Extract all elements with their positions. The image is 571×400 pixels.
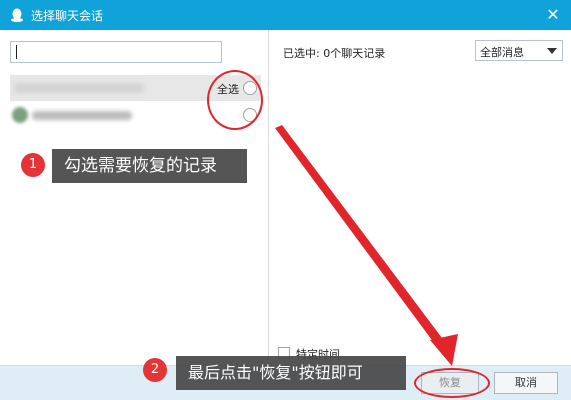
close-icon[interactable]: ✕ <box>543 5 563 25</box>
text-caret <box>16 45 17 59</box>
step-2-callout: 最后点击"恢复"按钮即可 <box>176 356 406 390</box>
select-highlight-circle <box>207 70 263 130</box>
step-2-badge: 2 <box>143 358 167 382</box>
message-filter-select[interactable]: 全部消息 <box>475 40 563 61</box>
window-title: 选择聊天会话 <box>31 8 104 23</box>
blurred-text <box>14 83 144 93</box>
blurred-contact-name <box>32 111 132 120</box>
message-filter-value: 全部消息 <box>480 46 524 59</box>
chevron-down-icon <box>547 48 557 54</box>
search-input[interactable] <box>10 41 222 63</box>
cancel-button[interactable]: 取消 <box>494 372 558 394</box>
step-1-badge: 1 <box>21 153 45 177</box>
step-1-callout: 勾选需要恢复的记录 <box>52 149 247 183</box>
title-bar: 选择聊天会话 ✕ <box>0 0 571 30</box>
record-preview-panel: 已选中: 0个聊天记录 全部消息 <box>268 30 571 365</box>
avatar <box>12 107 28 123</box>
restore-highlight-circle <box>414 368 490 398</box>
selected-count: 已选中: 0个聊天记录 <box>283 47 386 60</box>
qq-penguin-icon <box>11 8 23 22</box>
